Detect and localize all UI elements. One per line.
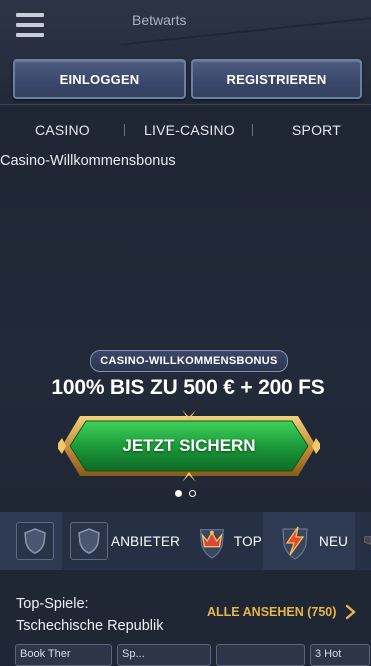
see-all-link[interactable]: ALLE ANSEHEN (750) xyxy=(207,605,336,619)
section-subtitle-line: Tschechische Republik xyxy=(16,618,164,634)
game-filter-row: ANBIETER TOP NEU xyxy=(0,512,371,570)
claim-bonus-button[interactable]: JETZT SICHERN xyxy=(56,408,322,484)
menu-icon[interactable] xyxy=(16,13,44,39)
filter-more[interactable] xyxy=(356,512,371,570)
site-header: Betwarts EINLOGGEN REGISTRIEREN xyxy=(0,0,371,105)
filter-favorites[interactable] xyxy=(0,512,62,570)
filter-new-label: NEU xyxy=(319,533,349,549)
category-nav: CASINO LIVE-CASINO SPORT xyxy=(0,105,371,155)
nav-item-live-casino[interactable]: LIVE-CASINO xyxy=(144,122,235,138)
login-button[interactable]: EINLOGGEN xyxy=(13,59,186,99)
shield-icon xyxy=(70,522,108,560)
filter-top[interactable]: TOP xyxy=(187,512,262,570)
carousel-dot[interactable] xyxy=(189,490,196,497)
game-card[interactable]: Book Ther xyxy=(15,644,112,666)
lightning-icon xyxy=(282,526,308,560)
site-title: Betwarts xyxy=(132,12,187,28)
game-card[interactable] xyxy=(216,644,305,666)
filter-top-label: TOP xyxy=(233,533,262,549)
game-card-title: 3 Hot xyxy=(315,648,342,660)
filter-new[interactable]: NEU xyxy=(263,512,355,570)
carousel-dot-active[interactable] xyxy=(175,490,182,497)
game-card-title xyxy=(217,645,304,648)
promo-headline: 100% BIS ZU 500 € + 200 FS xyxy=(51,376,325,399)
chevron-right-icon[interactable] xyxy=(344,604,358,620)
promo-heading: Casino-Willkommensbonus xyxy=(0,153,176,169)
filter-provider[interactable]: ANBIETER xyxy=(62,512,182,570)
game-card[interactable]: 3 Hot xyxy=(310,644,370,666)
shield-icon xyxy=(16,522,54,560)
filter-provider-label: ANBIETER xyxy=(111,533,181,549)
game-card-title: Book Ther xyxy=(20,648,71,660)
nav-item-sport[interactable]: SPORT xyxy=(292,122,341,138)
game-card[interactable]: Sp... xyxy=(117,644,211,666)
nav-divider xyxy=(252,124,253,136)
promo-badge: CASINO-WILLKOMMENSBONUS xyxy=(90,350,288,372)
badge-icon xyxy=(364,536,371,545)
register-button[interactable]: REGISTRIEREN xyxy=(191,59,362,99)
game-card-title: Sp... xyxy=(122,648,145,660)
section-title: Top-Spiele: Tschechische Republik xyxy=(16,593,164,637)
nav-divider xyxy=(124,124,125,136)
cta-label: JETZT SICHERN xyxy=(122,436,256,455)
nav-item-casino[interactable]: CASINO xyxy=(35,122,90,138)
section-title-line: Top-Spiele: xyxy=(16,596,89,612)
game-cards-row: Book Ther Sp... 3 Hot xyxy=(0,644,371,666)
crown-icon xyxy=(199,529,224,559)
